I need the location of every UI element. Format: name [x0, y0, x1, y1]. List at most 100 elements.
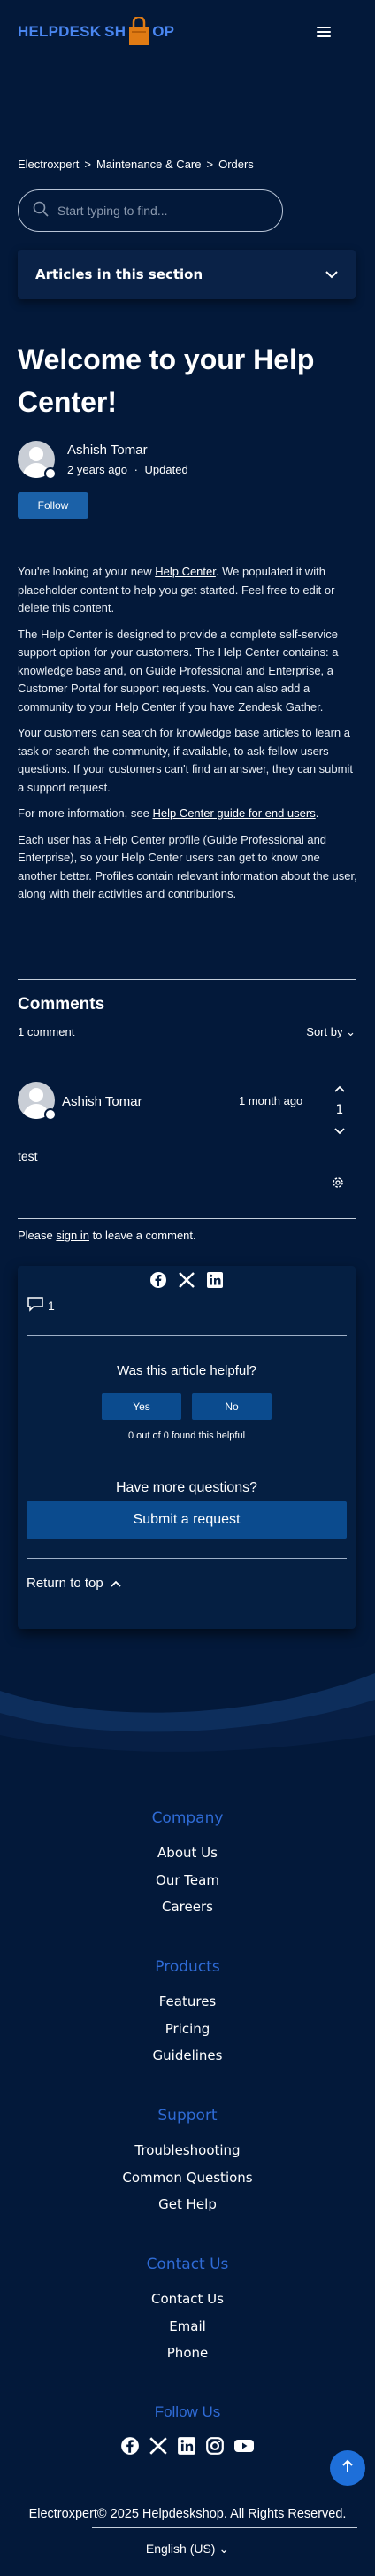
comment-time: 1 month ago [239, 1094, 303, 1107]
article-paragraph: You're looking at your new Help Center. … [18, 565, 335, 614]
footer-link[interactable]: Careers [0, 1893, 375, 1921]
footer-heading: Contact Us [146, 2256, 229, 2273]
vote-control: 1 [329, 1082, 350, 1138]
arrow-up-icon [341, 2459, 355, 2477]
article-paragraph: Your customers can search for knowledge … [18, 726, 353, 794]
breadcrumb-item[interactable]: Orders [218, 158, 254, 171]
end-users-guide-link[interactable]: Help Center guide for end users [152, 806, 315, 820]
copyright: Electroxpert© 2025 Helpdeskshop. All Rig… [28, 2507, 347, 2521]
chevron-down-icon: ⌄ [346, 1025, 356, 1038]
submit-request-button[interactable]: Submit a request [27, 1501, 347, 1539]
article-body: You're looking at your new Help Center. … [18, 563, 359, 912]
footer-company: Company About Us Our Team Careers [0, 1809, 375, 1921]
search-icon [33, 201, 49, 220]
article-updated: Updated [144, 463, 188, 476]
sign-in-prompt: Please sign in to leave a comment. [18, 1229, 196, 1242]
more-questions-heading: Have more questions? [115, 1480, 258, 1495]
article-paragraph: The Help Center is designed to provide a… [18, 627, 339, 713]
search-box [18, 189, 283, 232]
footer-link[interactable]: About Us [0, 1839, 375, 1867]
article-footer-card: 1 Was this article helpful? Yes No 0 out… [18, 1266, 356, 1629]
breadcrumb: Electroxpert > Maintenance & Care > Orde… [18, 158, 254, 171]
breadcrumb-item[interactable]: Electroxpert [18, 158, 79, 171]
sign-in-link[interactable]: sign in [56, 1229, 89, 1242]
chevron-up-icon [111, 1576, 121, 1591]
youtube-icon[interactable] [233, 2436, 255, 2459]
breadcrumb-separator: > [84, 158, 91, 171]
comment-count: 1 comment [18, 1025, 75, 1038]
articles-in-section-dropdown[interactable]: Articles in this section [18, 250, 356, 299]
language-selector[interactable]: English (US) ⌄ [0, 2541, 375, 2557]
instagram-icon[interactable] [205, 2436, 225, 2459]
helpful-question: Was this article helpful? [117, 1363, 256, 1378]
divider [18, 1218, 356, 1219]
footer-link[interactable]: Pricing [0, 2016, 375, 2043]
sort-by-dropdown[interactable]: Sort by ⌄ [306, 1025, 356, 1039]
site-header: HELPDESK SH OP [0, 0, 375, 64]
footer-link[interactable]: Guidelines [0, 2042, 375, 2070]
footer-link[interactable]: Features [0, 1988, 375, 2016]
footer-wave [0, 1673, 375, 1762]
upvote-icon[interactable] [329, 1082, 350, 1096]
page-title: Welcome to your Help Center! [18, 343, 315, 418]
scroll-to-top-button[interactable] [330, 2450, 365, 2486]
breadcrumb-item[interactable]: Maintenance & Care [96, 158, 202, 171]
footer-heading: Support [157, 2107, 218, 2125]
vote-count: 1 [335, 1103, 344, 1117]
article-meta: 2 years ago · Updated [67, 463, 188, 476]
article-paragraph: Each user has a Help Center profile (Gui… [18, 832, 357, 901]
follow-button[interactable]: Follow [18, 492, 88, 519]
footer-link[interactable]: Contact Us [0, 2286, 375, 2313]
linkedin-icon[interactable] [206, 1271, 224, 1292]
language-label: English (US) [145, 2541, 216, 2556]
search-input[interactable] [57, 204, 252, 218]
shop-bag-icon [126, 15, 151, 47]
footer-link[interactable]: Troubleshooting [0, 2137, 375, 2164]
comment-text: test [18, 1149, 38, 1163]
facebook-icon[interactable] [149, 1271, 167, 1292]
facebook-icon[interactable] [120, 2436, 140, 2459]
footer-link[interactable]: Phone [0, 2340, 375, 2367]
status-dot-icon [44, 1108, 57, 1121]
footer-link[interactable]: Our Team [0, 1867, 375, 1894]
help-center-link[interactable]: Help Center [155, 565, 216, 578]
comment-author[interactable]: Ashish Tomar [62, 1094, 142, 1109]
x-icon[interactable] [178, 1271, 195, 1292]
footer-products: Products Features Pricing Guidelines [0, 1958, 375, 2070]
yes-button[interactable]: Yes [102, 1393, 181, 1420]
logo-text-left: HELPDESK [18, 23, 102, 40]
comment-count-indicator[interactable]: 1 [27, 1296, 55, 1315]
footer-link[interactable]: Email [0, 2313, 375, 2341]
chevron-down-icon: ⌄ [218, 2541, 230, 2556]
logo[interactable]: HELPDESK SH OP [18, 15, 175, 47]
social-icons [0, 2436, 375, 2459]
x-icon[interactable] [149, 2436, 168, 2459]
divider [18, 979, 356, 980]
linkedin-icon[interactable] [177, 2436, 196, 2459]
footer-heading: Company [151, 1809, 224, 1827]
return-to-top-label: Return to top [27, 1576, 103, 1591]
footer-link[interactable]: Common Questions [0, 2164, 375, 2192]
article-author: Ashish Tomar 2 years ago · Updated [18, 441, 188, 480]
return-to-top-link[interactable]: Return to top [27, 1576, 121, 1591]
logo-text-mid: SH [104, 23, 126, 40]
hamburger-menu-icon[interactable] [317, 27, 331, 37]
article-time: 2 years ago [67, 463, 127, 476]
logo-text-right: OP [152, 23, 175, 40]
chevron-down-icon [325, 266, 338, 282]
follow-us-heading: Follow Us [154, 2403, 221, 2420]
sort-label: Sort by [306, 1025, 343, 1038]
footer-link[interactable]: Get Help [0, 2191, 375, 2218]
comments-heading: Comments [18, 995, 105, 1014]
comment-bubble-icon [27, 1296, 44, 1315]
footer-support: Support Troubleshooting Common Questions… [0, 2107, 375, 2218]
no-button[interactable]: No [192, 1393, 272, 1420]
footer-contact: Contact Us Contact Us Email Phone [0, 2256, 375, 2367]
downvote-icon[interactable] [329, 1124, 350, 1138]
gear-icon[interactable] [331, 1176, 345, 1193]
comment-count-value: 1 [48, 1298, 55, 1313]
author-name[interactable]: Ashish Tomar [67, 443, 188, 458]
divider [27, 1558, 347, 1559]
section-label: Articles in this section [35, 266, 203, 282]
divider [92, 2527, 357, 2528]
